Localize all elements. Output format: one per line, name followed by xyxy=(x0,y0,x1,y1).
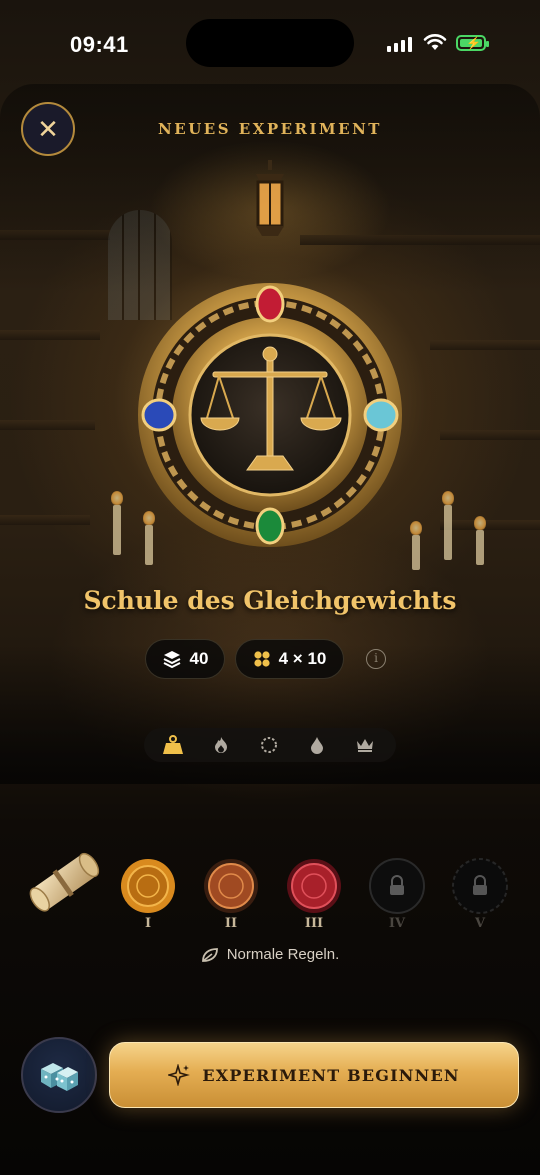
grid-dots-icon xyxy=(254,651,270,667)
stat-value-layers: 40 xyxy=(189,649,209,668)
seal-level-2[interactable] xyxy=(203,858,259,914)
mode-tabs xyxy=(144,728,396,762)
stat-value-grid: 4 × 10 xyxy=(278,649,327,668)
signal-icon xyxy=(387,36,412,52)
wifi-icon xyxy=(423,34,447,50)
seal-label-5: V xyxy=(474,916,486,931)
drop-icon xyxy=(311,737,323,754)
seal-level-5-locked[interactable] xyxy=(452,858,508,914)
ruby-gem-icon xyxy=(255,285,285,323)
aquamarine-gem-icon xyxy=(363,398,399,432)
seal-label-3: III xyxy=(304,916,324,931)
leaf-icon xyxy=(201,947,218,962)
dice-icon xyxy=(41,1063,78,1091)
tab-flame[interactable] xyxy=(197,728,245,762)
tab-drop[interactable] xyxy=(293,728,341,762)
scroll-icon[interactable] xyxy=(22,840,104,924)
dice-button[interactable] xyxy=(21,1037,97,1113)
status-time: 09:41 xyxy=(70,32,129,57)
lantern-icon xyxy=(256,160,284,236)
sapphire-gem-icon xyxy=(141,398,177,432)
experiment-title: Schule des Gleichgewichts xyxy=(83,586,457,615)
charging-bolt-icon: ⚡ xyxy=(466,36,481,50)
stat-chip-layers: 40 xyxy=(145,639,225,679)
experiment-emblem xyxy=(138,283,402,547)
tab-weight[interactable] xyxy=(149,728,197,762)
layers-icon xyxy=(163,651,180,669)
crown-icon xyxy=(357,739,373,752)
dynamic-island xyxy=(186,19,354,67)
rules-text: Normale Regeln. xyxy=(226,946,340,963)
seal-level-4-locked[interactable] xyxy=(369,858,425,914)
status-bar: 09:41 ⚡ xyxy=(0,0,540,84)
sparkle-icon xyxy=(168,1064,191,1086)
ring-icon xyxy=(261,737,277,753)
tab-crown[interactable] xyxy=(341,728,389,762)
seal-label-2: II xyxy=(224,916,238,931)
info-button[interactable]: i xyxy=(366,649,386,669)
seal-level-3[interactable] xyxy=(286,858,342,914)
seal-level-1[interactable] xyxy=(120,858,176,914)
stat-chip-grid: 4 × 10 xyxy=(235,639,344,679)
begin-experiment-button[interactable]: EXPERIMENT BEGINNEN xyxy=(109,1042,519,1108)
seal-label-4: IV xyxy=(388,916,406,931)
weight-icon xyxy=(163,735,183,754)
emerald-gem-icon xyxy=(255,507,285,545)
seal-label-1: I xyxy=(144,916,152,931)
tab-ring[interactable] xyxy=(245,728,293,762)
rules-description: Normale Regeln. xyxy=(0,946,540,963)
begin-button-label: EXPERIMENT BEGINNEN xyxy=(202,1065,460,1085)
header-title: NEUES EXPERIMENT xyxy=(158,120,382,138)
info-icon: i xyxy=(374,651,378,665)
flame-icon xyxy=(215,737,227,753)
